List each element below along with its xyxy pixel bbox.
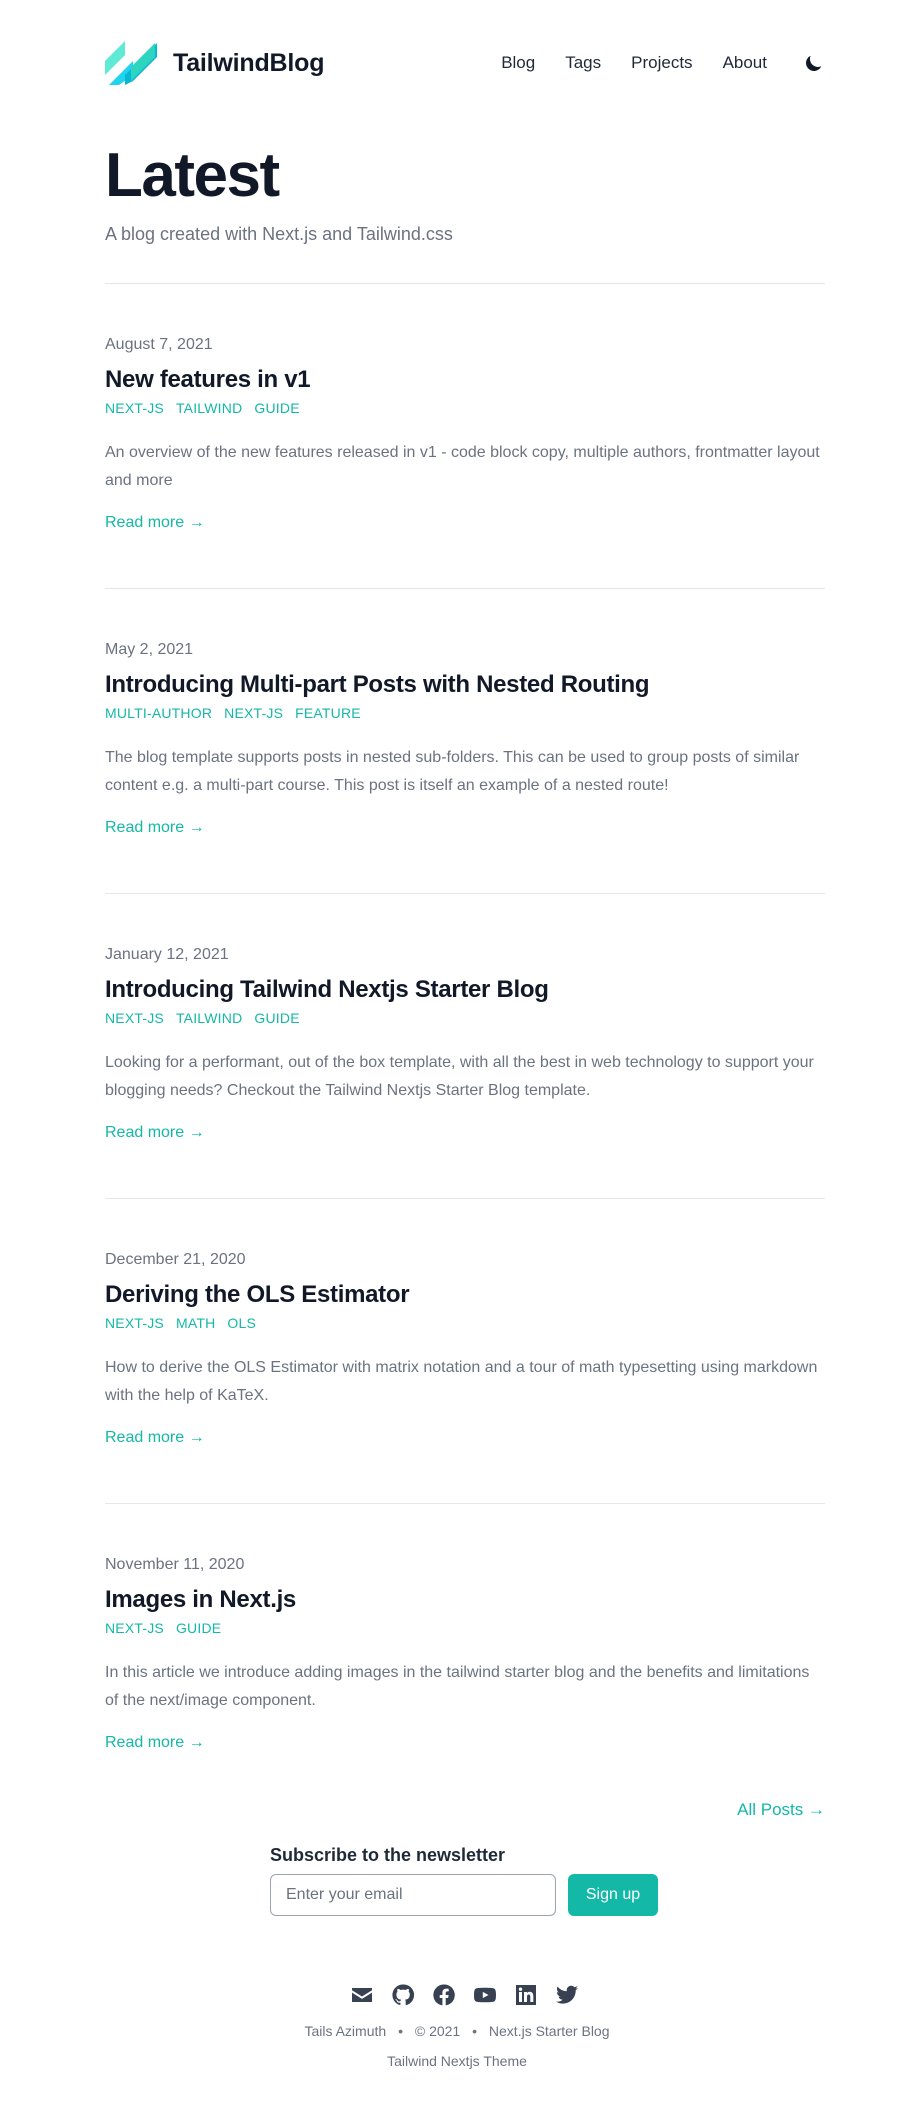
social-links — [350, 1983, 579, 2007]
all-posts-link[interactable]: All Posts → — [737, 1800, 825, 1820]
newsletter-row: Sign up — [270, 1874, 670, 1916]
post-tags: NEXT-JS MATH OLS — [105, 1314, 825, 1332]
post-item: November 11, 2020 Images in Next.js NEXT… — [105, 1554, 825, 1754]
nav-about[interactable]: About — [723, 53, 767, 73]
divider — [105, 893, 825, 894]
brand-name: TailwindBlog — [173, 48, 325, 77]
github-icon[interactable] — [391, 1983, 415, 2007]
post-tags: NEXT-JS GUIDE — [105, 1619, 825, 1637]
post-title[interactable]: Images in Next.js — [105, 1585, 825, 1615]
post-item: January 12, 2021 Introducing Tailwind Ne… — [105, 944, 825, 1144]
tag-link[interactable]: GUIDE — [254, 399, 299, 417]
post-tags: MULTI-AUTHOR NEXT-JS FEATURE — [105, 704, 825, 722]
tag-link[interactable]: NEXT-JS — [105, 1619, 164, 1637]
divider — [105, 1503, 825, 1504]
read-more-link[interactable]: Read more → — [105, 817, 205, 839]
post-summary: In this article we introduce adding imag… — [105, 1664, 810, 1709]
read-more-link[interactable]: Read more → — [105, 1427, 205, 1449]
tag-link[interactable]: GUIDE — [176, 1619, 221, 1637]
read-more-link[interactable]: Read more → — [105, 1122, 205, 1144]
post-summary: How to derive the OLS Estimator with mat… — [105, 1359, 818, 1404]
main-nav: Blog Tags Projects About — [501, 52, 825, 74]
post-summary: An overview of the new features released… — [105, 444, 820, 489]
theme-toggle-button[interactable] — [803, 52, 825, 74]
post-tags: NEXT-JS TAILWIND GUIDE — [105, 1009, 825, 1027]
footer-separator: • — [398, 2023, 403, 2039]
newsletter-form: Subscribe to the newsletter Sign up — [270, 1843, 670, 1916]
tag-link[interactable]: TAILWIND — [176, 1009, 242, 1027]
brand-link[interactable]: TailwindBlog — [105, 41, 324, 85]
post-date: May 2, 2021 — [105, 641, 194, 658]
tag-link[interactable]: MULTI-AUTHOR — [105, 704, 212, 722]
newsletter-title: Subscribe to the newsletter — [270, 1845, 506, 1865]
signup-button[interactable]: Sign up — [568, 1874, 658, 1916]
post-summary: The blog template supports posts in nest… — [105, 749, 800, 794]
post-title[interactable]: Deriving the OLS Estimator — [105, 1280, 825, 1310]
page: TailwindBlog Blog Tags Projects About La… — [0, 0, 914, 2103]
post-date: December 21, 2020 — [105, 1251, 246, 1268]
youtube-icon[interactable] — [473, 1983, 497, 2007]
tag-link[interactable]: TAILWIND — [176, 399, 242, 417]
post-date: January 12, 2021 — [105, 946, 229, 963]
post-title[interactable]: New features in v1 — [105, 365, 825, 395]
tag-link[interactable]: NEXT-JS — [105, 1314, 164, 1332]
post-item: August 7, 2021 New features in v1 NEXT-J… — [105, 334, 825, 534]
post-date: August 7, 2021 — [105, 336, 213, 353]
tag-link[interactable]: MATH — [176, 1314, 215, 1332]
tag-link[interactable]: GUIDE — [254, 1009, 299, 1027]
email-input[interactable] — [270, 1874, 556, 1916]
twitter-icon[interactable] — [555, 1983, 579, 2007]
footer-credits: Tails Azimuth • © 2021 • Next.js Starter… — [0, 2023, 914, 2039]
post-item: December 21, 2020 Deriving the OLS Estim… — [105, 1249, 825, 1449]
moon-icon — [806, 55, 822, 71]
tag-link[interactable]: NEXT-JS — [105, 1009, 164, 1027]
read-more-link[interactable]: Read more → — [105, 1732, 205, 1754]
divider — [105, 283, 825, 284]
post-item: May 2, 2021 Introducing Multi-part Posts… — [105, 639, 825, 839]
tag-link[interactable]: NEXT-JS — [224, 704, 283, 722]
tag-link[interactable]: FEATURE — [295, 704, 361, 722]
footer-theme-link[interactable]: Tailwind Nextjs Theme — [0, 2053, 914, 2069]
nav-tags[interactable]: Tags — [565, 53, 601, 73]
nav-projects[interactable]: Projects — [631, 53, 692, 73]
tag-link[interactable]: NEXT-JS — [105, 399, 164, 417]
tag-link[interactable]: OLS — [227, 1314, 256, 1332]
footer-site-link[interactable]: Next.js Starter Blog — [489, 2023, 610, 2039]
post-summary: Looking for a performant, out of the box… — [105, 1054, 814, 1099]
nav-blog[interactable]: Blog — [501, 53, 535, 73]
post-title[interactable]: Introducing Tailwind Nextjs Starter Blog — [105, 975, 825, 1005]
footer-author: Tails Azimuth — [304, 2023, 387, 2039]
site-header: TailwindBlog Blog Tags Projects About — [105, 38, 825, 88]
post-tags: NEXT-JS TAILWIND GUIDE — [105, 399, 825, 417]
divider — [105, 588, 825, 589]
mail-icon[interactable] — [350, 1983, 374, 2007]
divider — [105, 1198, 825, 1199]
post-title[interactable]: Introducing Multi-part Posts with Nested… — [105, 670, 825, 700]
page-title: Latest — [105, 141, 280, 210]
logo-icon — [105, 41, 157, 85]
footer-separator: • — [472, 2023, 478, 2039]
page-subtitle: A blog created with Next.js and Tailwind… — [105, 224, 453, 244]
linkedin-icon[interactable] — [514, 1983, 538, 2007]
footer-copyright: © 2021 — [414, 2023, 461, 2039]
post-date: November 11, 2020 — [105, 1556, 245, 1573]
read-more-link[interactable]: Read more → — [105, 512, 205, 534]
facebook-icon[interactable] — [432, 1983, 456, 2007]
